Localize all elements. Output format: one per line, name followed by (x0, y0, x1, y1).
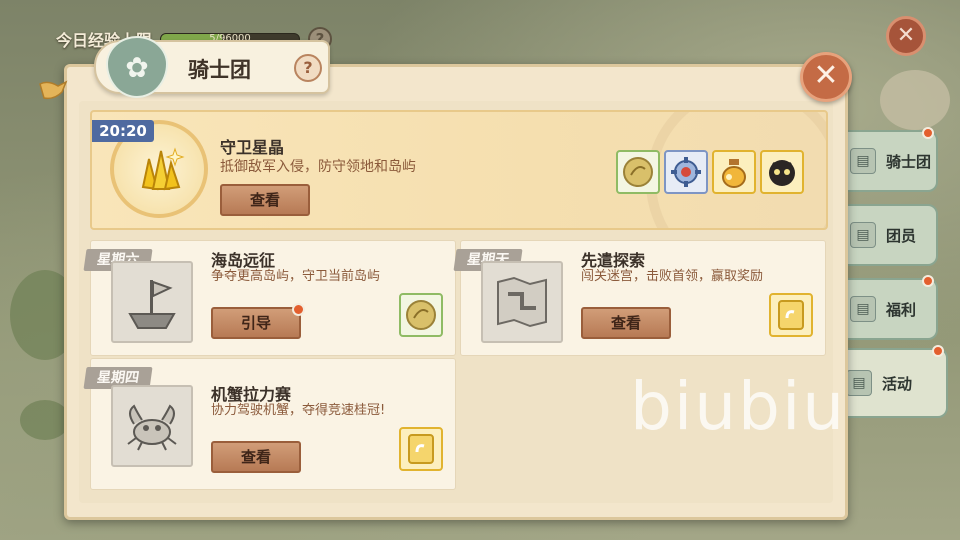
welfare-tab-icon: ▤ (850, 296, 876, 322)
members-tab-icon: ▤ (850, 222, 876, 248)
panel-title: 骑士团 (188, 58, 251, 82)
tassel-icon (39, 80, 68, 100)
side-tab-members[interactable]: ▤ 团员 (842, 204, 938, 266)
event-card-vanguard-exploration: 星期天 先遣探索 闯关迷宫，击败首领，赢取奖励 查看 (453, 240, 826, 356)
reward-gear-icon[interactable] (664, 150, 708, 194)
close-button[interactable]: ✕ (800, 52, 852, 102)
side-tab-label: 活动 (882, 374, 913, 393)
events-tab-icon: ▤ (846, 370, 872, 396)
reward-ticket-icon[interactable] (399, 427, 443, 471)
map-tree-cluster (20, 400, 70, 440)
event-time-badge: 20:20 (92, 120, 154, 142)
notification-dot (922, 275, 934, 287)
side-tab-label: 团员 (886, 226, 917, 245)
reward-shadow-creature-icon[interactable] (760, 150, 804, 194)
event-description: 协力驾驶机蟹，夺得竞速桂冠! (211, 403, 386, 418)
event-description: 争夺更高岛屿，守卫当前岛屿 (211, 269, 381, 284)
panel-title-tag: ✿ 骑士团 ? (94, 36, 330, 98)
notification-dot (922, 127, 934, 139)
reward-ticket-icon[interactable] (769, 293, 813, 337)
event-title: 守卫星晶 (220, 138, 285, 157)
notification-dot (932, 345, 944, 357)
map-icon (481, 261, 563, 343)
side-tab-label: 福利 (886, 300, 917, 319)
view-button[interactable]: 查看 (220, 184, 310, 216)
notification-dot (292, 303, 305, 316)
side-tab-label: 骑士团 (886, 152, 932, 171)
guide-button[interactable]: 引导 (211, 303, 305, 339)
reward-coin-icon[interactable] (399, 293, 443, 337)
featured-event-card: 20:20 守卫星晶 抵御敌军入侵，防守领地和岛屿 查看 (90, 110, 828, 230)
help-icon[interactable]: ? (294, 54, 322, 82)
map-building (880, 70, 950, 130)
event-card-crab-rally: 星期四 机蟹拉力赛 协力驾驶机蟹，夺得竞速桂冠! 查看 (83, 358, 456, 490)
reward-coin-icon[interactable] (616, 150, 660, 194)
view-button[interactable]: 查看 (581, 307, 671, 339)
side-tab-events[interactable]: ▤ 活动 (838, 345, 948, 418)
knights-tab-icon: ▤ (850, 148, 876, 174)
side-tab-welfare[interactable]: ▤ 福利 (842, 275, 938, 340)
background-close-icon[interactable]: ✕ (886, 16, 926, 56)
crab-icon (111, 385, 193, 467)
watermark: biubiu (630, 368, 847, 445)
view-button[interactable]: 查看 (211, 441, 301, 473)
event-description: 抵御敌军入侵，防守领地和岛屿 (220, 159, 416, 175)
knights-emblem-icon: ✿ (106, 36, 168, 98)
event-title: 海岛远征 (211, 251, 276, 270)
guide-button-label: 引导 (240, 314, 271, 332)
event-title: 先遣探索 (581, 251, 646, 270)
event-description: 闯关迷宫，击败首领，赢取奖励 (581, 269, 764, 284)
event-card-island-expedition: 星期六 海岛远征 争夺更高岛屿，守卫当前岛屿 引导 (83, 240, 456, 356)
flag-island-icon (111, 261, 193, 343)
reward-potion-icon[interactable] (712, 150, 756, 194)
side-tab-knights[interactable]: ▤ 骑士团 (842, 127, 938, 192)
event-title: 机蟹拉力赛 (211, 385, 292, 404)
